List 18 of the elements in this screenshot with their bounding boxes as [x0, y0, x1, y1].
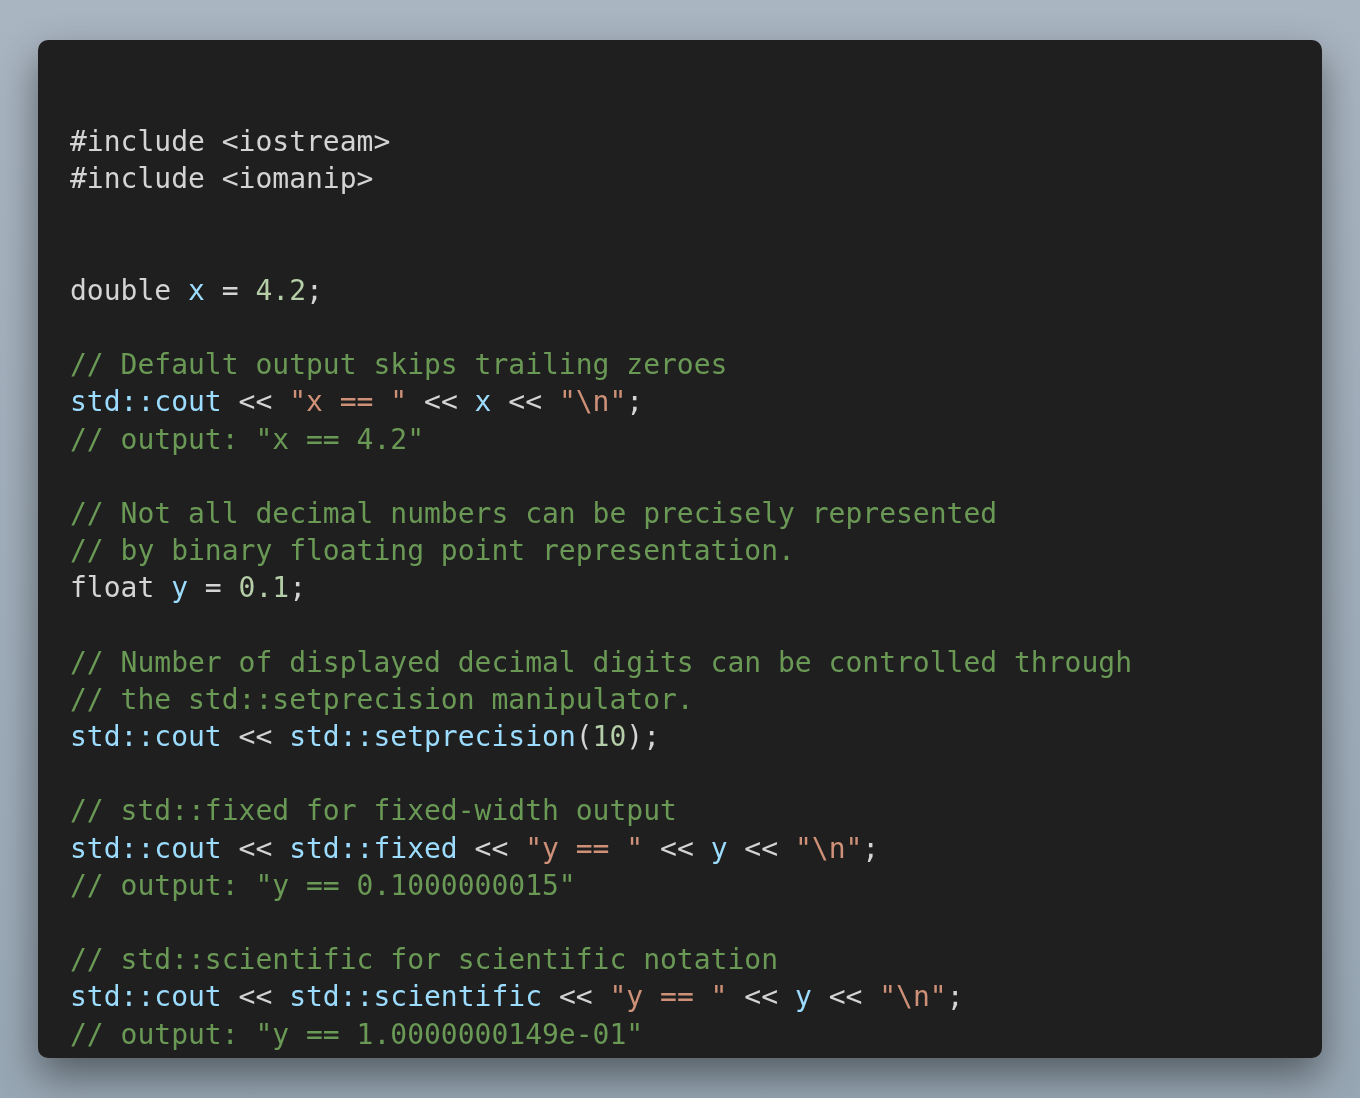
code-line: double x = 4.2;: [70, 272, 323, 309]
code-line: // the std::setprecision manipulator.: [70, 681, 694, 718]
code-line: std::cout << std::scientific << "y == " << y << "\n";: [70, 979, 964, 1016]
code-line: // by binary floating point representation.: [70, 533, 795, 570]
code-line: // std::scientific for scientific notation: [70, 942, 778, 979]
code-line: std::cout << std::setprecision(10);: [70, 719, 661, 755]
code-line: // output: "x == 4.2": [70, 421, 424, 458]
code-line: // Default output skips trailing zeroes: [70, 347, 728, 384]
code-line: // Number of displayed decimal digits can be controlled through: [70, 644, 1133, 681]
code-line: // output: "y == 0.1000000015": [70, 867, 576, 904]
code-line: // output: "y == 1.0000000149e-01": [70, 1016, 644, 1053]
code-line: #include <iomanip>: [70, 161, 374, 198]
code-line: std::cout << std::fixed << "y == " << y << "\n";: [70, 830, 880, 867]
code-line: float y = 0.1;: [70, 570, 307, 607]
code-line: #include <iostream>: [70, 124, 391, 160]
code-line: std::cout << "x == " << x << "\n";: [70, 384, 644, 421]
code-line: // std::fixed for fixed-width output: [70, 793, 677, 830]
code-line: // Not all decimal numbers can be precisely represented: [70, 495, 998, 532]
